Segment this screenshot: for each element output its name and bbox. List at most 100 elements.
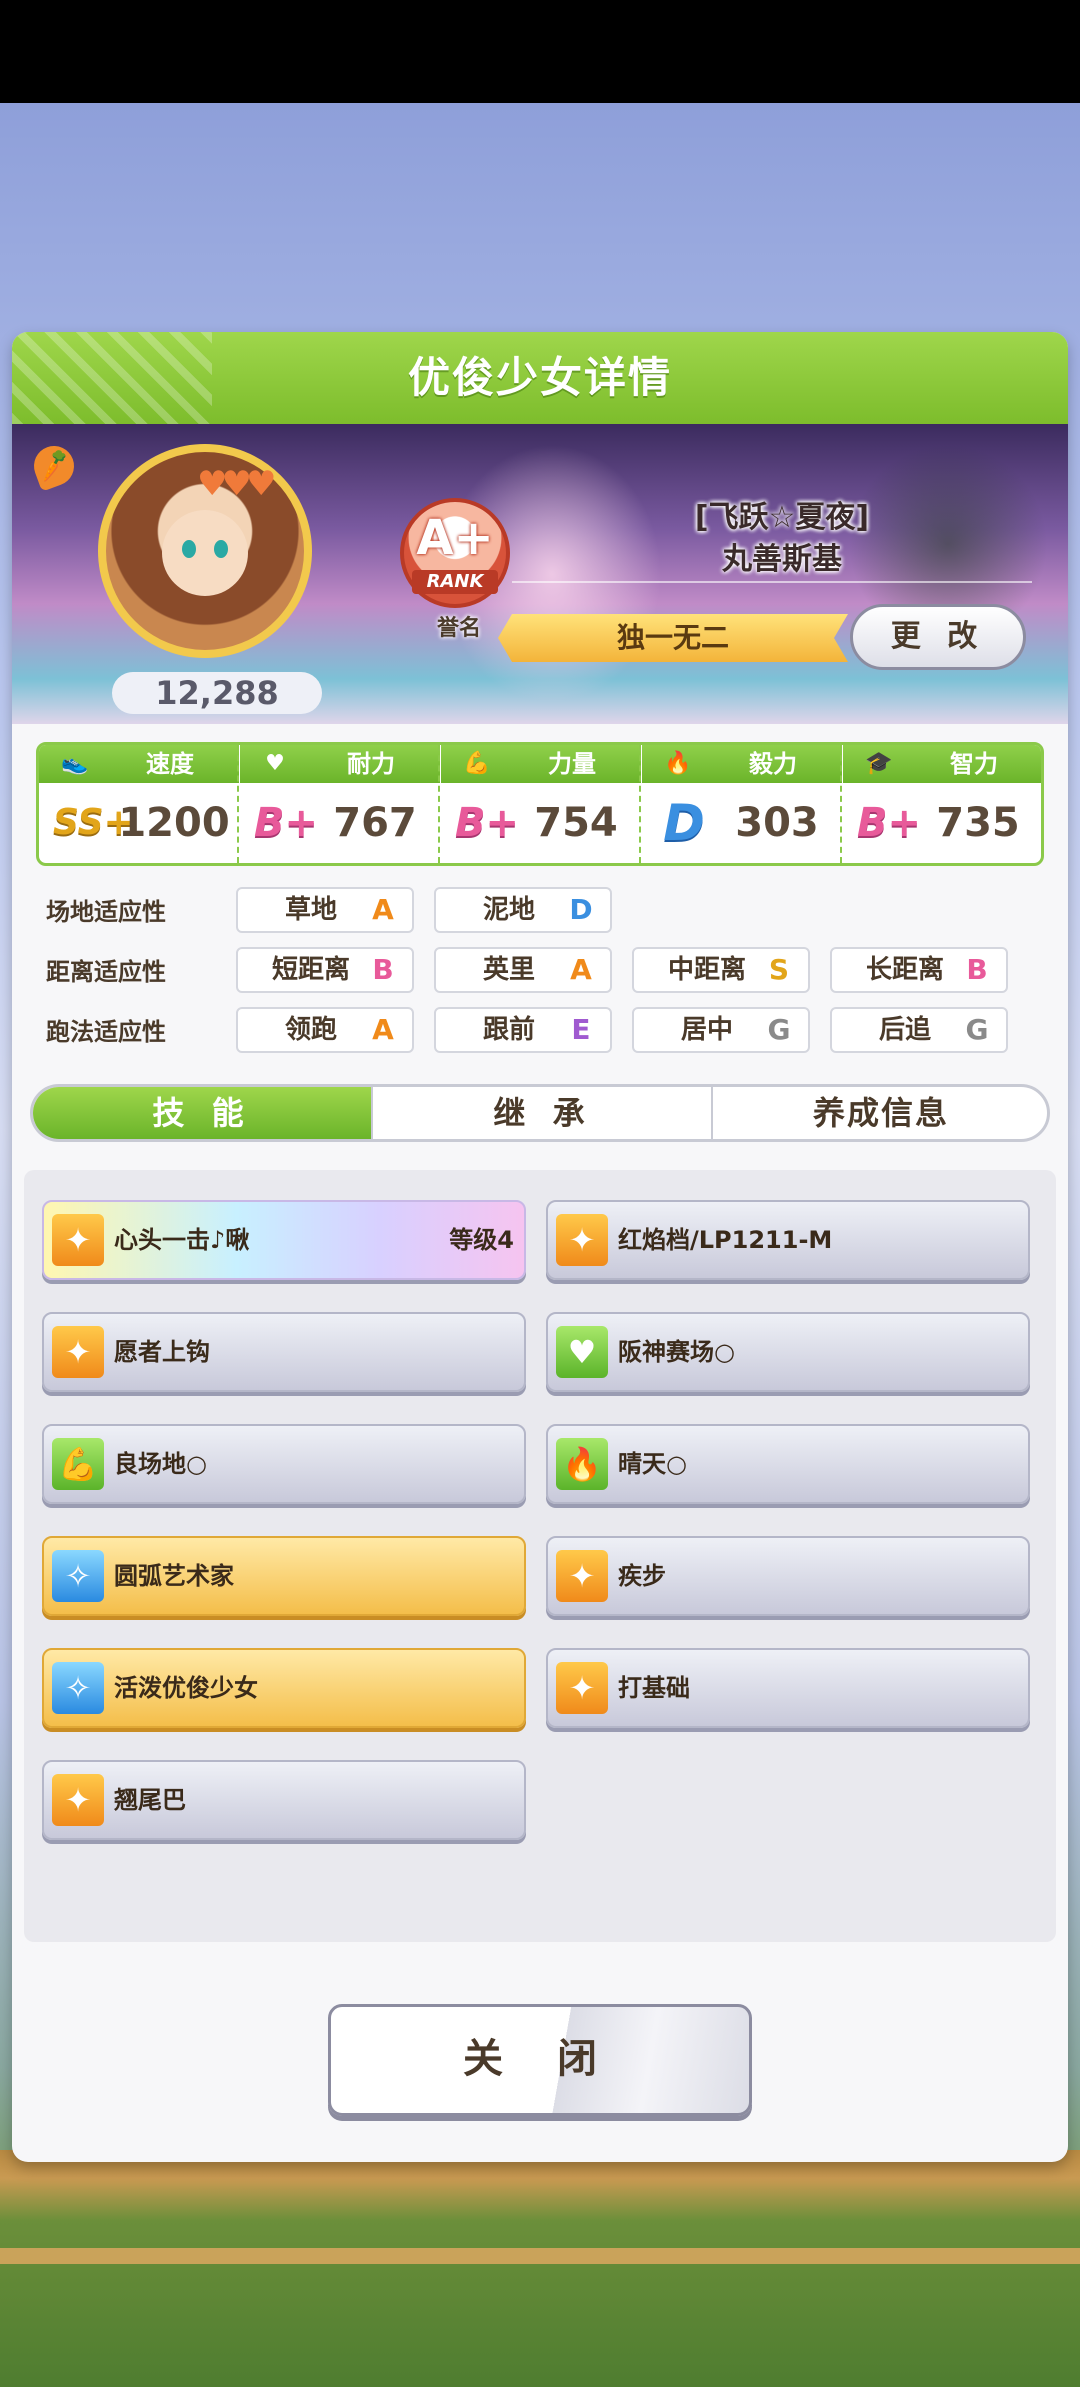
fame-label: 誉名 [436,616,481,641]
skill-item[interactable]: ✧ 活泼优俊少女 [42,1648,526,1728]
heart-sunglasses-icon: ♥♥♥ [197,464,276,504]
skill-name: 愿者上钩 [114,1338,210,1366]
aptitude-grade: D [569,893,593,926]
skill-name: 红焰档/LP1211-M [618,1226,833,1254]
panel-title: 优俊少女详情 [407,353,672,402]
recovery-skill-icon: ✧ [52,1662,104,1714]
stat-power: 💪 力量 B+ 754 [441,745,641,863]
muscle-icon: 💪 [463,751,491,776]
skill-item[interactable]: 💪 良场地○ [42,1424,526,1504]
aptitude-name: 长距离 [865,955,944,985]
aptitude-long: 长距离 B [830,947,1008,993]
skill-name: 活泼优俊少女 [114,1674,258,1702]
skill-name: 心头一击♪啾 [114,1226,250,1254]
detail-tabs: 技 能 继 承 养成信息 [30,1084,1050,1142]
avatar-eye-left [182,540,196,558]
speed-skill-icon: ✦ [556,1662,608,1714]
aptitude-short: 短距离 B [236,947,414,993]
aptitude-chaser: 后追 G [830,1007,1008,1053]
skill-name: 阪神赛场○ [618,1338,735,1366]
panel-header: 优俊少女详情 [12,332,1068,424]
avatar-face [162,510,248,596]
close-button[interactable]: 关 闭 [328,2004,752,2116]
distance-aptitude-label: 距离适应性 [46,958,166,986]
skill-name: 翘尾巴 [114,1786,186,1814]
status-bar [0,0,1080,103]
speed-skill-icon: ✦ [52,1214,104,1266]
recovery-skill-icon: ✧ [52,1550,104,1602]
stat-value: 754 [534,800,618,846]
stats-panel: 👟 速度 SS+ 1200 ♥ 耐力 B+ 767 💪 力量 B+ 754 🔥 毅力 D… [36,742,1044,866]
skill-name: 圆弧艺术家 [114,1562,234,1590]
aptitude-leader: 跟前 E [434,1007,612,1053]
aptitude-grade: A [570,953,592,986]
graduation-cap-icon: 🎓 [865,751,893,776]
aptitude-name: 泥地 [482,895,535,925]
stat-label: 毅力 [749,750,797,778]
flame-skill-icon: 🔥 [556,1438,608,1490]
tab-skills[interactable]: 技 能 [33,1087,371,1139]
stat-value: 303 [735,800,819,846]
stat-wisdom: 🎓 智力 B+ 735 [843,745,1041,863]
stat-value: 735 [936,800,1020,846]
aptitude-grade: A [372,893,394,926]
speed-skill-icon: ✦ [556,1214,608,1266]
speed-skill-icon: ✦ [52,1774,104,1826]
evaluation-score: 12,288 [112,672,322,714]
aptitude-name: 中距离 [667,955,746,985]
aptitude-dirt: 泥地 D [434,887,612,933]
aptitude-name: 居中 [680,1015,733,1045]
aptitude-name: 领跑 [284,1015,337,1045]
background-rail [0,2248,1080,2264]
skill-item[interactable]: ✦ 红焰档/LP1211-M [546,1200,1030,1280]
carrot-icon[interactable]: 🥕 [28,440,80,492]
background-ground [0,2150,1080,2387]
rank-badge: A+ RANK [400,498,510,608]
change-title-button[interactable]: 更 改 [850,604,1026,670]
tab-inheritance[interactable]: 继 承 [371,1087,713,1139]
header-pattern [12,332,212,424]
aptitude-medium: 中距离 S [632,947,810,993]
skill-item[interactable]: ✧ 圆弧艺术家 [42,1536,526,1616]
skill-item[interactable]: 🔥 晴天○ [546,1424,1030,1504]
stat-label: 耐力 [347,750,395,778]
skill-item[interactable]: ✦ 愿者上钩 [42,1312,526,1392]
character-title: [飞跃☆夏夜] [694,500,870,535]
stat-grade: B+ [455,800,520,846]
aptitude-grade: G [965,1013,989,1046]
aptitude-turf: 草地 A [236,887,414,933]
aptitude-betweener: 居中 G [632,1007,810,1053]
umamusume-detail-panel: 优俊少女详情 🥕 ♥♥♥ 12,288 A+ RANK 誉名 [飞跃☆夏夜] 丸… [12,332,1068,2162]
skill-item[interactable]: ✦ 心头一击♪啾 等级4 [42,1200,526,1280]
aptitude-grade: S [768,953,790,986]
speed-skill-icon: ✦ [556,1550,608,1602]
track-aptitude-label: 场地适应性 [46,898,166,926]
tab-training-info[interactable]: 养成信息 [711,1087,1047,1139]
aptitude-name: 后追 [878,1015,931,1045]
stat-stamina: ♥ 耐力 B+ 767 [240,745,440,863]
skill-item[interactable]: ✦ 打基础 [546,1648,1030,1728]
skill-item[interactable]: ✦ 疾步 [546,1536,1030,1616]
stat-label: 速度 [146,750,194,778]
stamina-skill-icon: ♥ [556,1326,608,1378]
skill-name: 打基础 [618,1674,690,1702]
skill-item[interactable]: ✦ 翘尾巴 [42,1760,526,1840]
skill-name: 疾步 [618,1562,666,1590]
stat-label: 智力 [950,750,998,778]
stat-grade: B+ [254,800,319,846]
character-banner: 🥕 ♥♥♥ 12,288 A+ RANK 誉名 [飞跃☆夏夜] 丸善斯基 独一无… [12,424,1068,724]
skill-name: 晴天○ [618,1450,687,1478]
stat-grade: B+ [857,800,922,846]
aptitude-grade: A [372,1013,394,1046]
rank-word: RANK [412,570,498,594]
aptitude-name: 草地 [284,895,337,925]
aptitude-runner: 领跑 A [236,1007,414,1053]
stat-grade: D [663,794,705,852]
aptitude-name: 短距离 [271,955,350,985]
heart-icon: ♥ [265,751,285,776]
title-divider [512,581,1032,583]
speed-skill-icon: ✦ [52,1326,104,1378]
flame-icon: 🔥 [664,751,692,776]
skill-item[interactable]: ♥ 阪神赛场○ [546,1312,1030,1392]
stat-speed: 👟 速度 SS+ 1200 [39,745,239,863]
